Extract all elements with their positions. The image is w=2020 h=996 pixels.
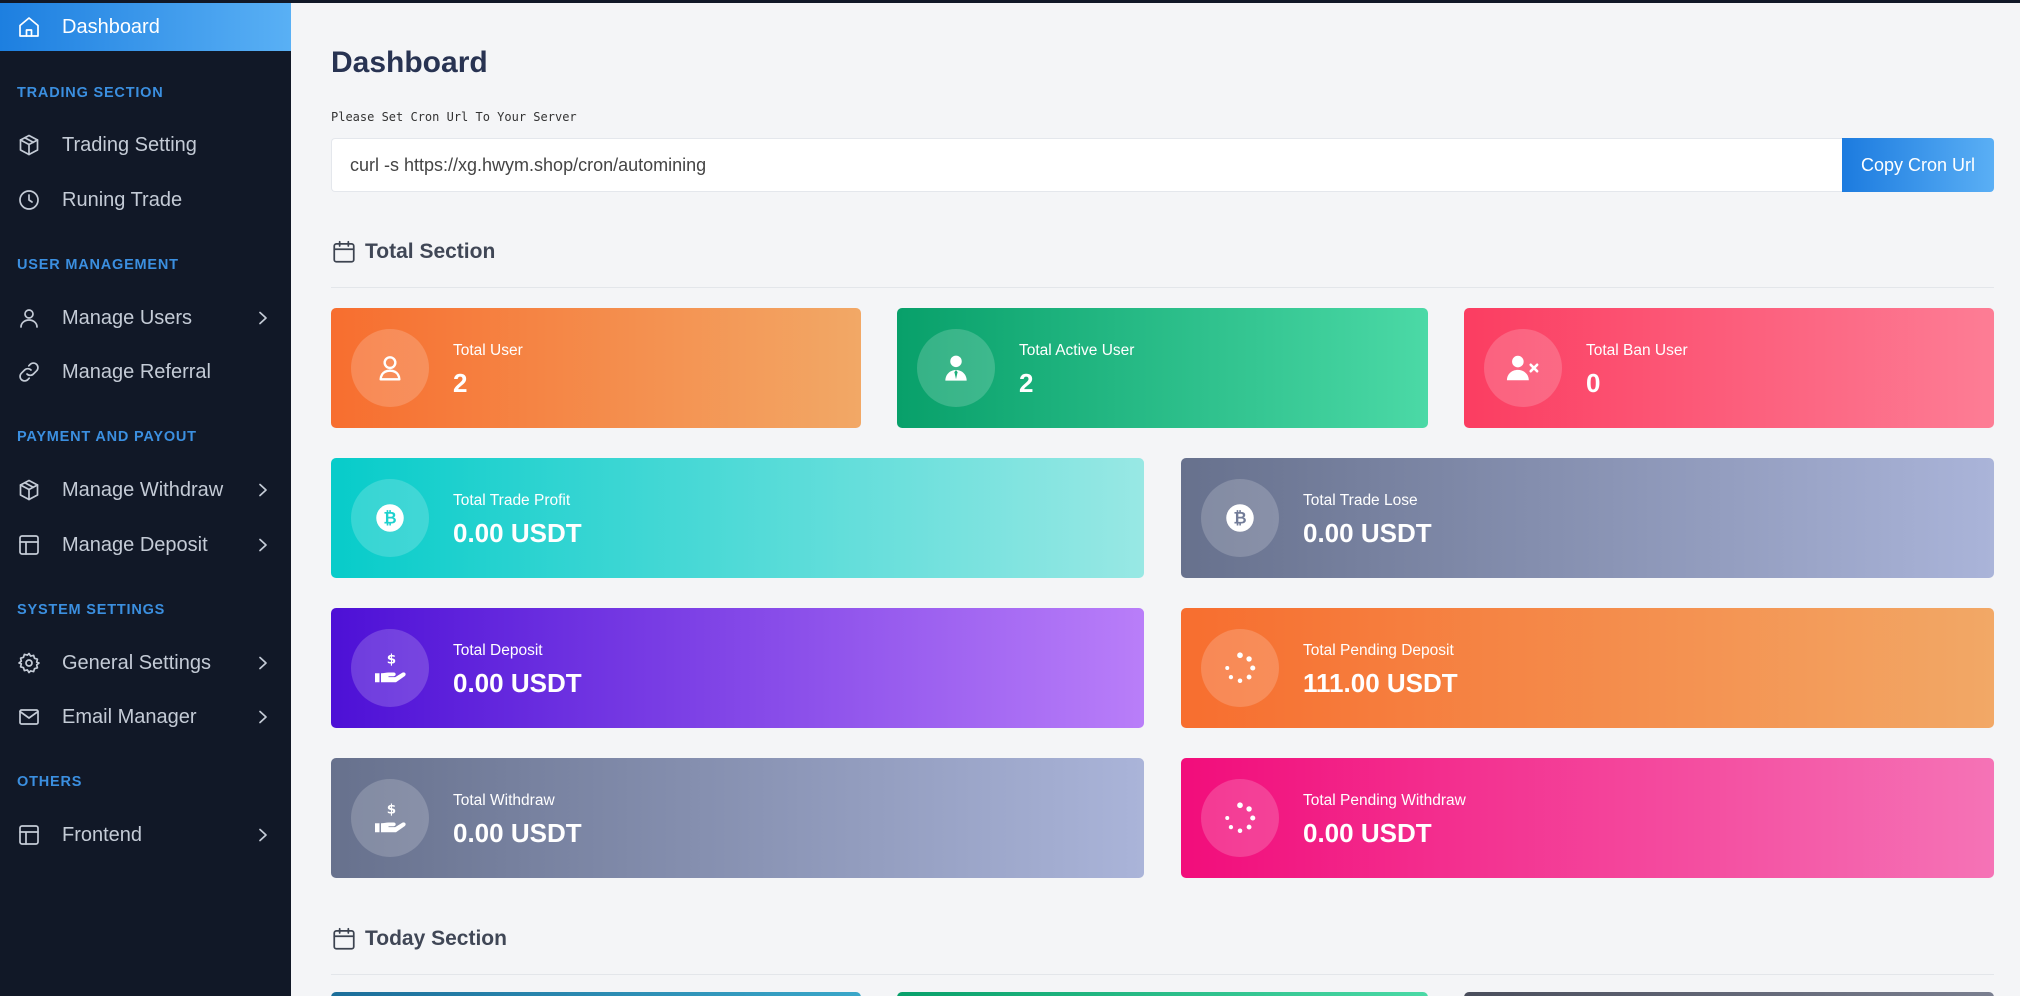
top-border	[0, 0, 2020, 3]
card-value: 2	[453, 368, 468, 398]
sidebar-item-label: Manage Users	[62, 306, 193, 329]
user-tie-icon	[917, 329, 995, 407]
stat-card-total-trade-lose[interactable]: ₿ Total Trade Lose 0.00 USDT	[1181, 458, 1994, 578]
sidebar-item-manage-referral[interactable]: Manage Referral	[0, 348, 291, 396]
chevron-right-icon	[256, 538, 270, 552]
sidebar-item-label: Manage Deposit	[62, 533, 208, 556]
calendar-icon	[331, 239, 357, 265]
section-label-trading: TRADING SECTION	[17, 85, 164, 101]
main-content: Dashboard Please Set Cron Url To Your Se…	[291, 0, 2020, 996]
spinner-icon	[1201, 629, 1279, 707]
svg-text:$: $	[387, 652, 396, 668]
card-value: 2	[1019, 368, 1034, 398]
hand-dollar-icon: $	[351, 779, 429, 857]
chevron-right-icon	[256, 483, 270, 497]
card-title: Total Pending Deposit	[1303, 642, 1454, 659]
cube-icon	[16, 132, 42, 158]
spinner-icon	[1201, 779, 1279, 857]
sidebar-item-manage-deposit[interactable]: Manage Deposit	[0, 521, 291, 569]
sidebar-item-manage-users[interactable]: Manage Users	[0, 294, 291, 342]
divider	[331, 287, 1994, 288]
sidebar-item-label: Manage Referral	[62, 360, 211, 383]
sidebar-item-manage-withdraw[interactable]: Manage Withdraw	[0, 466, 291, 514]
sidebar-item-frontend[interactable]: Frontend	[0, 811, 291, 859]
sidebar-item-label: Trading Setting	[62, 133, 197, 156]
svg-text:₿: ₿	[1233, 509, 1246, 528]
calendar-icon	[331, 926, 357, 952]
cron-label: Please Set Cron Url To Your Server	[331, 110, 577, 124]
sidebar-item-label: Frontend	[62, 823, 143, 846]
cube-icon	[16, 477, 42, 503]
chevron-right-icon	[256, 311, 270, 325]
chevron-right-icon	[256, 710, 270, 724]
svg-text:$: $	[387, 802, 396, 818]
section-title: Today Section	[365, 927, 507, 950]
stat-card-total-withdraw[interactable]: $ Total Withdraw 0.00 USDT	[331, 758, 1144, 878]
stat-card-total-user[interactable]: Total User 2	[331, 308, 861, 428]
section-title: Total Section	[365, 240, 496, 263]
bitcoin-icon: ₿	[1201, 479, 1279, 557]
divider	[331, 974, 1994, 975]
sidebar-item-trading-setting[interactable]: Trading Setting	[0, 121, 291, 169]
section-label-payment: PAYMENT AND PAYOUT	[17, 429, 197, 445]
stat-card-total-active-user[interactable]: Total Active User 2	[897, 308, 1428, 428]
user-icon	[16, 305, 42, 331]
section-label-user-management: USER MANAGEMENT	[17, 257, 179, 273]
card-title: Total User	[453, 342, 523, 359]
card-title: Total Trade Profit	[453, 492, 571, 509]
total-section-heading: Total Section	[331, 239, 495, 265]
stat-card-total-pending-deposit[interactable]: Total Pending Deposit 111.00 USDT	[1181, 608, 1994, 728]
layout-icon	[16, 822, 42, 848]
svg-text:₿: ₿	[383, 509, 396, 528]
stat-card-total-ban-user[interactable]: Total Ban User 0	[1464, 308, 1994, 428]
link-icon	[16, 359, 42, 385]
today-card	[1464, 992, 1994, 996]
sidebar-item-label: Dashboard	[62, 15, 160, 38]
chevron-right-icon	[256, 828, 270, 842]
copy-cron-url-button[interactable]: Copy Cron Url	[1842, 138, 1994, 192]
user-icon	[351, 329, 429, 407]
section-label-others: OTHERS	[17, 774, 83, 790]
card-value: 0.00 USDT	[453, 518, 582, 548]
chevron-right-icon	[256, 656, 270, 670]
today-card	[897, 992, 1428, 996]
card-title: Total Active User	[1019, 342, 1135, 359]
card-title: Total Deposit	[453, 642, 543, 659]
stat-card-total-trade-profit[interactable]: ₿ Total Trade Profit 0.00 USDT	[331, 458, 1144, 578]
page-title: Dashboard	[331, 46, 488, 79]
user-x-icon	[1484, 329, 1562, 407]
sidebar-item-dashboard[interactable]: Dashboard	[0, 3, 291, 51]
card-value: 0.00 USDT	[453, 668, 582, 698]
section-label-system-settings: SYSTEM SETTINGS	[17, 602, 166, 618]
hand-dollar-icon: $	[351, 629, 429, 707]
cron-url-input[interactable]: curl -s https://xg.hwym.shop/cron/automi…	[331, 138, 1843, 192]
sidebar-item-label: General Settings	[62, 651, 211, 674]
home-icon	[16, 14, 42, 40]
sidebar-item-general-settings[interactable]: General Settings	[0, 639, 291, 687]
card-value: 0	[1586, 368, 1601, 398]
card-value: 0.00 USDT	[1303, 518, 1432, 548]
today-card	[331, 992, 861, 996]
sidebar-item-label: Email Manager	[62, 705, 197, 728]
gear-icon	[16, 650, 42, 676]
sidebar-item-label: Manage Withdraw	[62, 478, 224, 501]
sidebar-item-runing-trade[interactable]: Runing Trade	[0, 176, 291, 224]
card-value: 0.00 USDT	[1303, 818, 1432, 848]
stat-card-total-deposit[interactable]: $ Total Deposit 0.00 USDT	[331, 608, 1144, 728]
layout-icon	[16, 532, 42, 558]
card-value: 111.00 USDT	[1303, 668, 1458, 698]
card-title: Total Withdraw	[453, 792, 555, 809]
stat-card-total-pending-withdraw[interactable]: Total Pending Withdraw 0.00 USDT	[1181, 758, 1994, 878]
card-title: Total Ban User	[1586, 342, 1688, 359]
today-section-heading: Today Section	[331, 926, 507, 952]
clock-icon	[16, 187, 42, 213]
sidebar-item-email-manager[interactable]: Email Manager	[0, 693, 291, 741]
sidebar: Dashboard TRADING SECTION Trading Settin…	[0, 0, 291, 996]
card-value: 0.00 USDT	[453, 818, 582, 848]
mail-icon	[16, 704, 42, 730]
card-title: Total Trade Lose	[1303, 492, 1418, 509]
bitcoin-icon: ₿	[351, 479, 429, 557]
sidebar-item-label: Runing Trade	[62, 188, 183, 211]
card-title: Total Pending Withdraw	[1303, 792, 1466, 809]
